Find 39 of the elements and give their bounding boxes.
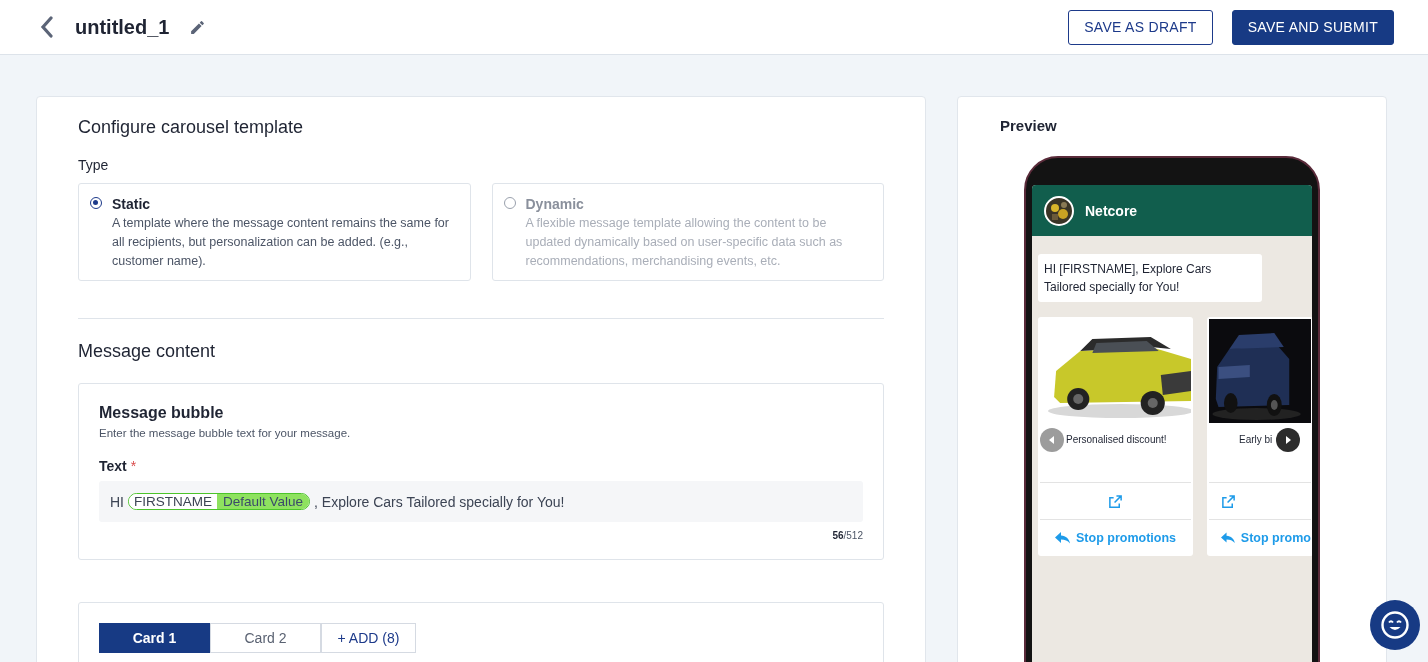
external-link-icon xyxy=(1221,493,1236,509)
message-text: HI xyxy=(110,493,124,510)
smiley-icon xyxy=(1380,610,1410,640)
contact-name: Netcore xyxy=(1085,202,1138,219)
character-counter: 56/512 xyxy=(831,530,863,541)
reply-icon xyxy=(1055,532,1070,544)
next-button[interactable] xyxy=(1276,428,1301,452)
caret-icon xyxy=(1048,435,1056,445)
submit-button[interactable]: SAVE AND SUBMIT xyxy=(1231,9,1394,45)
chat-support-button[interactable] xyxy=(1370,600,1420,650)
option-title: Dynamic xyxy=(525,196,585,212)
caret-icon xyxy=(1284,435,1293,445)
panel-title: Message bubble xyxy=(99,404,225,422)
card-tab[interactable]: Card 1 xyxy=(99,623,210,653)
card-caption: Early bi xyxy=(1239,433,1273,447)
message-text: , Explore Cars Tailored specially for You! xyxy=(314,493,565,510)
panel-description: Enter the message bubble text for your message. xyxy=(99,427,352,439)
draft-button[interactable]: SAVE AS DRAFT xyxy=(1068,9,1213,45)
type-option[interactable]: Static A template where the message content remains the same for all recipients, but personalization can be added. (e.g., customer name). xyxy=(78,183,471,281)
section-title: Configure carousel template xyxy=(78,117,305,138)
chat-message: HI [FIRSTNAME], Explore Cars Tailored specially for You! xyxy=(1038,254,1262,302)
field-label: Text xyxy=(99,458,127,474)
text-input-field[interactable]: HI FIRSTNAME Default Value , Explore Cars Tailored specially for You! xyxy=(99,481,863,522)
card-tab[interactable]: Card 2 xyxy=(210,623,321,653)
field-label: Type xyxy=(78,157,110,173)
option-description: A template where the message content remains the same for all recipients, but personalization can be added. (e.g., customer name). xyxy=(112,215,450,270)
variable-tag[interactable]: FIRSTNAME Default Value xyxy=(128,493,311,510)
required-mark: * xyxy=(130,458,137,474)
document-title: untitled_1 xyxy=(75,15,170,39)
external-link-icon xyxy=(1108,493,1123,509)
edit-icon[interactable] xyxy=(189,18,207,36)
add-card-button[interactable]: + ADD (8) xyxy=(321,623,416,653)
preview-title: Preview xyxy=(1000,117,1058,134)
option-description: A flexible message template allowing the content to be updated dynamically based on user-specific data such as recommendations, merchandising events, etc. xyxy=(525,215,844,270)
back-icon[interactable] xyxy=(40,16,54,38)
option-title: Static xyxy=(112,196,152,212)
reply-icon xyxy=(1221,532,1235,544)
section-title: Message content xyxy=(78,341,217,362)
card-caption: Personalised discount! xyxy=(1066,433,1167,447)
